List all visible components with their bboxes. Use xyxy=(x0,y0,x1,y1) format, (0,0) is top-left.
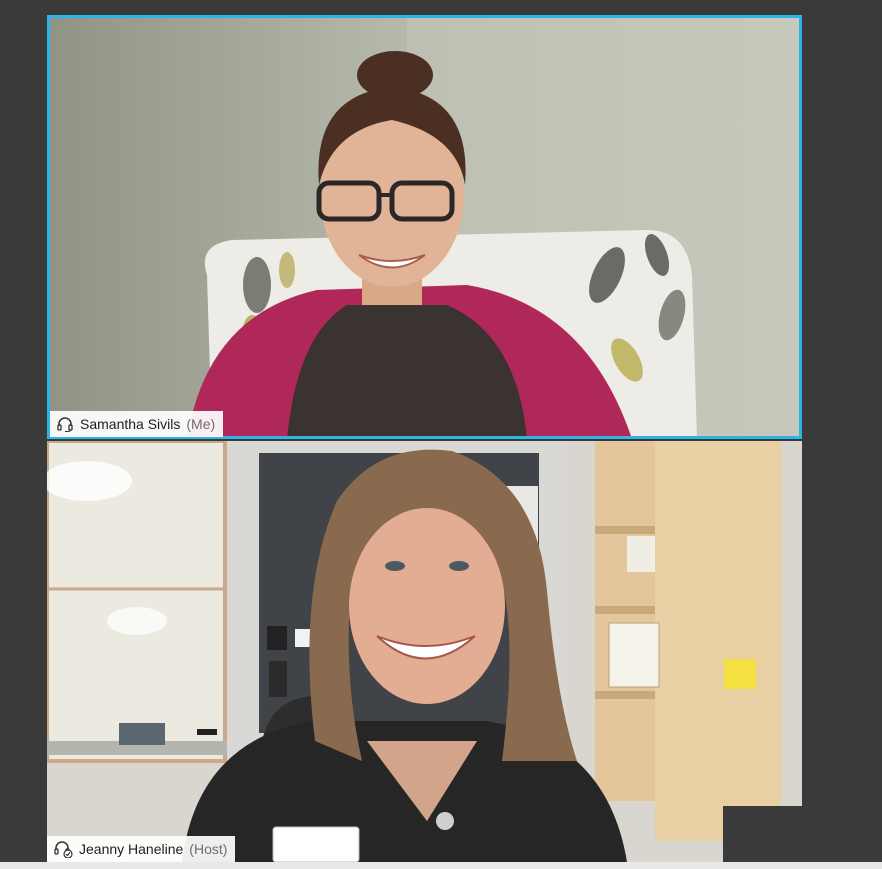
window-bottom-edge xyxy=(0,862,882,869)
headset-host-icon xyxy=(53,840,73,858)
participant-name-tag: Jeanny Haneline (Host) xyxy=(47,836,236,862)
video-feed xyxy=(47,441,802,862)
participant-name: Samantha Sivils xyxy=(80,416,181,432)
video-tile-samantha[interactable]: Samantha Sivils (Me) xyxy=(47,15,802,439)
sticky-note xyxy=(724,659,756,689)
participant-role: (Host) xyxy=(189,841,228,857)
video-feed xyxy=(47,15,802,439)
participant-name-tag: Samantha Sivils (Me) xyxy=(50,411,224,437)
headset-icon xyxy=(56,416,74,432)
participant-name: Jeanny Haneline xyxy=(79,841,184,857)
video-tile-jeanny[interactable]: Jeanny Haneline (Host) xyxy=(47,441,802,862)
participant-role: (Me) xyxy=(186,416,216,432)
